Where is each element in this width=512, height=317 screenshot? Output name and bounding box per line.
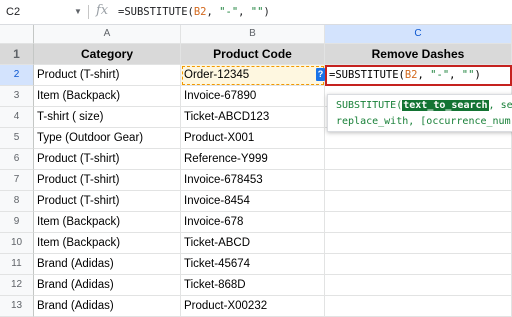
cell-remove-dashes[interactable] — [325, 170, 512, 191]
table-row: 13 Brand (Adidas) Product-X00232 — [0, 296, 512, 317]
formula-string: "" — [250, 6, 264, 18]
cell-formula-sep: , — [417, 69, 431, 81]
cell-product-code[interactable]: Reference-Y999 — [181, 149, 325, 170]
formula-sep: , — [206, 6, 220, 18]
cell-category[interactable]: Brand (Adidas) — [34, 296, 181, 317]
row-header[interactable]: 7 — [0, 170, 34, 191]
chevron-down-icon[interactable]: ▼ — [74, 4, 82, 20]
cell-product-code[interactable]: Ticket-868D — [181, 275, 325, 296]
row-header[interactable]: 11 — [0, 254, 34, 275]
formula-input[interactable]: =SUBSTITUTE(B2, "-", "") — [118, 4, 270, 20]
table-row: 8 Product (T-shirt) Invoice-8454 — [0, 191, 512, 212]
cell-product-code[interactable]: Ticket-ABCD — [181, 233, 325, 254]
column-header-b[interactable]: B — [181, 25, 325, 44]
tooltip-args: , se — [488, 100, 512, 111]
row-header[interactable]: 8 — [0, 191, 34, 212]
cell-category[interactable]: Product (T-shirt) — [34, 65, 181, 86]
row-header[interactable]: 5 — [0, 128, 34, 149]
name-box[interactable]: C2 — [6, 4, 72, 20]
cell-product-code[interactable]: Invoice-678453 — [181, 170, 325, 191]
formula-bar: C2 ▼ fx =SUBSTITUTE(B2, "-", "") — [0, 0, 512, 25]
cell-product-code[interactable]: Product-X00232 — [181, 296, 325, 317]
header-cell-category[interactable]: Category — [34, 44, 181, 65]
table-header-row: 1 Category Product Code Remove Dashes — [0, 44, 512, 65]
tooltip-active-argument: text_to_search — [402, 100, 489, 111]
cell-category[interactable]: Product (T-shirt) — [34, 170, 181, 191]
table-row: 12 Brand (Adidas) Ticket-868D — [0, 275, 512, 296]
cell-formula-string: "" — [461, 69, 475, 81]
header-cell-remove-dashes[interactable]: Remove Dashes — [325, 44, 512, 65]
cell-formula-sep: , — [449, 69, 462, 81]
fx-icon: fx — [96, 3, 109, 18]
column-header-a[interactable]: A — [34, 25, 181, 44]
formula-help-icon[interactable]: ? — [316, 68, 325, 81]
active-cell-editor[interactable]: =SUBSTITUTE(B2, "-", "") — [325, 65, 512, 86]
cell-formula-prefix: =SUBSTITUTE( — [329, 69, 405, 81]
header-cell-product-code[interactable]: Product Code — [181, 44, 325, 65]
row-header[interactable]: 1 — [0, 44, 34, 65]
cell-remove-dashes[interactable] — [325, 149, 512, 170]
row-header[interactable]: 4 — [0, 107, 34, 128]
table-row: 7 Product (T-shirt) Invoice-678453 — [0, 170, 512, 191]
row-header[interactable]: 6 — [0, 149, 34, 170]
cell-remove-dashes[interactable] — [325, 254, 512, 275]
table-row: 10 Item (Backpack) Ticket-ABCD — [0, 233, 512, 254]
cell-formula-suffix: ) — [474, 69, 481, 81]
cell-category[interactable]: Item (Backpack) — [34, 86, 181, 107]
cell-product-code[interactable]: Product-X001 — [181, 128, 325, 149]
formula-signature-tooltip: SUBSTITUTE(text_to_search, se replace_wi… — [327, 94, 512, 132]
formula-bar-divider — [88, 5, 89, 19]
cell-remove-dashes[interactable] — [325, 233, 512, 254]
tooltip-line-2: replace_with, [occurrence_num — [336, 116, 511, 127]
cell-product-code[interactable]: Invoice-67890 — [181, 86, 325, 107]
column-header-c[interactable]: C — [325, 25, 512, 44]
cell-remove-dashes[interactable] — [325, 296, 512, 317]
cell-category[interactable]: Product (T-shirt) — [34, 191, 181, 212]
column-header-row: A B C — [0, 25, 512, 46]
row-header[interactable]: 10 — [0, 233, 34, 254]
cell-formula-string: "-" — [430, 69, 450, 81]
tooltip-line-1: SUBSTITUTE(text_to_search, se — [336, 98, 512, 114]
cell-formula-ref: B2 — [404, 69, 418, 81]
cell-product-code[interactable]: Invoice-678 — [181, 212, 325, 233]
cell-product-code[interactable]: Ticket-ABCD123 — [181, 107, 325, 128]
row-header[interactable]: 9 — [0, 212, 34, 233]
cell-remove-dashes[interactable] — [325, 212, 512, 233]
cell-product-code-referenced[interactable]: Order-12345 — [181, 65, 325, 86]
row-header[interactable]: 12 — [0, 275, 34, 296]
cell-category[interactable]: Item (Backpack) — [34, 233, 181, 254]
formula-suffix: ) — [263, 6, 270, 18]
row-header[interactable]: 2 — [0, 65, 34, 86]
cell-category[interactable]: T-shirt ( size) — [34, 107, 181, 128]
row-header[interactable]: 13 — [0, 296, 34, 317]
table-row: 2 Product (T-shirt) Order-12345 =SUBSTIT… — [0, 65, 512, 86]
formula-sep: , — [238, 6, 251, 18]
table-row: 6 Product (T-shirt) Reference-Y999 — [0, 149, 512, 170]
cell-category[interactable]: Item (Backpack) — [34, 212, 181, 233]
formula-ref: B2 — [193, 6, 207, 18]
table-row: 9 Item (Backpack) Invoice-678 — [0, 212, 512, 233]
cell-category[interactable]: Brand (Adidas) — [34, 254, 181, 275]
formula-prefix: =SUBSTITUTE( — [118, 6, 194, 18]
formula-string: "-" — [219, 6, 239, 18]
cell-product-code[interactable]: Invoice-8454 — [181, 191, 325, 212]
cell-remove-dashes[interactable] — [325, 275, 512, 296]
table-row: 11 Brand (Adidas) Ticket-45674 — [0, 254, 512, 275]
tooltip-function-name: SUBSTITUTE( — [336, 100, 403, 111]
cell-category[interactable]: Product (T-shirt) — [34, 149, 181, 170]
cell-category[interactable]: Type (Outdoor Gear) — [34, 128, 181, 149]
row-header[interactable]: 3 — [0, 86, 34, 107]
cell-remove-dashes[interactable] — [325, 191, 512, 212]
select-all-corner[interactable] — [0, 25, 34, 44]
cell-product-code[interactable]: Ticket-45674 — [181, 254, 325, 275]
cell-category[interactable]: Brand (Adidas) — [34, 275, 181, 296]
